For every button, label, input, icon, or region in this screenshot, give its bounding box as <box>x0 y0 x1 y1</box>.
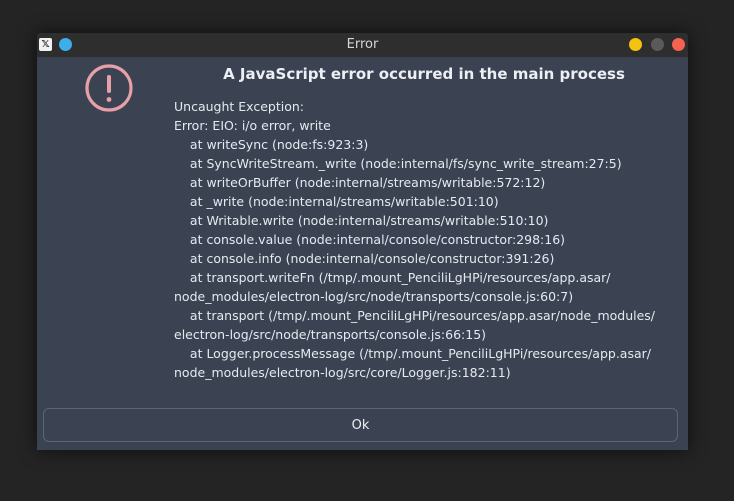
error-dialog-window: 𝕏 Error A JavaScript error occurred in t… <box>37 33 688 450</box>
error-message: Uncaught Exception: Error: EIO: i/o erro… <box>174 99 656 380</box>
maximize-button[interactable] <box>651 38 664 51</box>
error-icon <box>84 63 134 117</box>
title-bar[interactable]: 𝕏 Error <box>37 33 688 57</box>
dialog-heading: A JavaScript error occurred in the main … <box>223 65 625 83</box>
ok-button[interactable]: Ok <box>43 408 678 442</box>
close-button[interactable] <box>672 38 685 51</box>
minimize-button[interactable] <box>629 38 642 51</box>
window-title: Error <box>346 37 379 52</box>
